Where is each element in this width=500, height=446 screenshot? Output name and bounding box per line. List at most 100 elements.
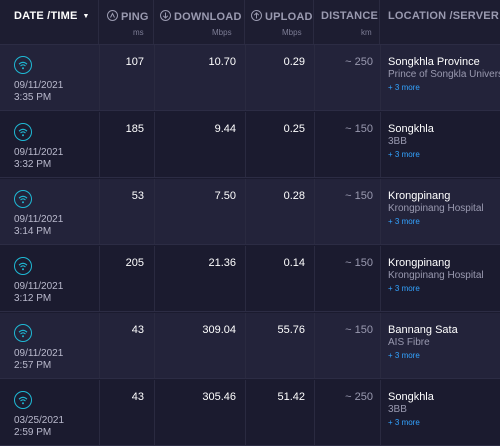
more-servers-link[interactable]: + 3 more: [388, 83, 420, 92]
distance-value: ~ 150: [345, 324, 373, 336]
column-divider: [245, 112, 246, 177]
column-divider: [99, 380, 100, 445]
column-divider: [154, 380, 155, 445]
date-time-text: DATE /TIME: [14, 10, 78, 22]
column-divider: [154, 45, 155, 110]
column-divider: [380, 112, 381, 177]
wifi-icon[interactable]: [14, 257, 32, 275]
location-text: LOCATION /SERVER: [388, 10, 499, 22]
column-divider: [314, 45, 315, 110]
more-servers-link[interactable]: + 3 more: [388, 150, 420, 159]
location-name: Songkhla: [388, 123, 434, 135]
column-divider: [314, 380, 315, 445]
column-divider: [314, 246, 315, 311]
column-divider: [99, 246, 100, 311]
ping-value: 53: [131, 190, 144, 202]
test-time: 2:59 PM: [14, 427, 52, 438]
download-text: DOWNLOAD: [174, 11, 242, 23]
location-name: Songkhla Province: [388, 56, 480, 68]
server-name: 3BB: [388, 404, 407, 415]
ping-value: 185: [125, 123, 144, 135]
download-value: 7.50: [214, 190, 236, 202]
wifi-icon[interactable]: [14, 324, 32, 342]
test-time: 2:57 PM: [14, 360, 52, 371]
more-servers-link[interactable]: + 3 more: [388, 284, 420, 293]
ping-unit: ms: [133, 28, 144, 37]
table-row[interactable]: 09/11/2021 3:32 PM 185 9.44 0.25 ~ 150 S…: [0, 112, 500, 178]
upload-value: 51.42: [277, 391, 305, 403]
wifi-icon[interactable]: [14, 56, 32, 74]
table-row[interactable]: 09/11/2021 2:57 PM 43 309.04 55.76 ~ 150…: [0, 313, 500, 379]
column-divider: [99, 45, 100, 110]
server-name: Krongpinang Hospital: [388, 203, 484, 214]
upload-value: 0.28: [283, 190, 305, 202]
distance-value: ~ 150: [345, 123, 373, 135]
column-divider: [154, 179, 155, 244]
test-date: 09/11/2021: [14, 147, 64, 158]
distance-unit: km: [361, 28, 372, 37]
distance-text: DISTANCE: [321, 10, 379, 22]
ping-icon: [107, 10, 118, 21]
wifi-icon[interactable]: [14, 391, 32, 409]
column-ping-label: PING: [107, 10, 149, 23]
column-divider: [154, 112, 155, 177]
more-servers-link[interactable]: + 3 more: [388, 418, 420, 427]
column-upload[interactable]: UPLOAD Mbps: [245, 0, 314, 44]
upload-icon: [251, 10, 262, 21]
test-time: 3:12 PM: [14, 293, 52, 304]
column-divider: [245, 246, 246, 311]
download-icon: [160, 10, 171, 21]
ping-value: 205: [125, 257, 144, 269]
column-location[interactable]: LOCATION /SERVER: [380, 0, 500, 44]
test-date: 09/11/2021: [14, 281, 64, 292]
test-date: 09/11/2021: [14, 348, 64, 359]
sort-down-icon[interactable]: ▼: [83, 13, 90, 20]
column-divider: [99, 179, 100, 244]
ping-text: PING: [121, 11, 149, 23]
location-name: Krongpinang: [388, 190, 451, 202]
table-row[interactable]: 09/11/2021 3:12 PM 205 21.36 0.14 ~ 150 …: [0, 246, 500, 312]
column-divider: [380, 179, 381, 244]
server-name: 3BB: [388, 136, 407, 147]
more-servers-link[interactable]: + 3 more: [388, 217, 420, 226]
test-date: 09/11/2021: [14, 214, 64, 225]
column-ping[interactable]: PING ms: [99, 0, 154, 44]
column-divider: [314, 313, 315, 378]
column-divider: [245, 313, 246, 378]
server-name: Prince of Songkla University: [388, 69, 500, 80]
column-divider: [99, 313, 100, 378]
column-distance[interactable]: DISTANCE km: [314, 0, 380, 44]
column-divider: [314, 112, 315, 177]
wifi-icon[interactable]: [14, 190, 32, 208]
upload-value: 0.29: [283, 56, 305, 68]
download-value: 10.70: [208, 56, 236, 68]
location-name: Krongpinang: [388, 257, 451, 269]
server-name: AIS Fibre: [388, 337, 430, 348]
column-download-label: DOWNLOAD: [160, 10, 242, 23]
column-divider: [99, 112, 100, 177]
test-date: 03/25/2021: [14, 415, 65, 426]
column-divider: [245, 179, 246, 244]
distance-value: ~ 150: [345, 257, 373, 269]
wifi-icon[interactable]: [14, 123, 32, 141]
table-header: DATE /TIME ▼ PING ms DOWNLOAD Mbps UPLOAD…: [0, 0, 500, 45]
table-row[interactable]: 09/11/2021 3:14 PM 53 7.50 0.28 ~ 150 Kr…: [0, 179, 500, 245]
test-time: 3:35 PM: [14, 92, 52, 103]
column-date-time[interactable]: DATE /TIME ▼: [0, 0, 99, 44]
column-date-time-label[interactable]: DATE /TIME ▼: [14, 10, 90, 22]
download-value: 305.46: [202, 391, 236, 403]
upload-value: 0.14: [283, 257, 305, 269]
column-divider: [245, 45, 246, 110]
column-divider: [380, 380, 381, 445]
test-time: 3:14 PM: [14, 226, 52, 237]
column-divider: [380, 45, 381, 110]
more-servers-link[interactable]: + 3 more: [388, 351, 420, 360]
column-divider: [245, 380, 246, 445]
column-divider: [154, 313, 155, 378]
location-name: Bannang Sata: [388, 324, 458, 336]
test-time: 3:32 PM: [14, 159, 52, 170]
column-download[interactable]: DOWNLOAD Mbps: [154, 0, 245, 44]
table-row[interactable]: 03/25/2021 2:59 PM 43 305.46 51.42 ~ 250…: [0, 380, 500, 446]
distance-value: ~ 250: [345, 56, 373, 68]
table-row[interactable]: 09/11/2021 3:35 PM 107 10.70 0.29 ~ 250 …: [0, 45, 500, 111]
